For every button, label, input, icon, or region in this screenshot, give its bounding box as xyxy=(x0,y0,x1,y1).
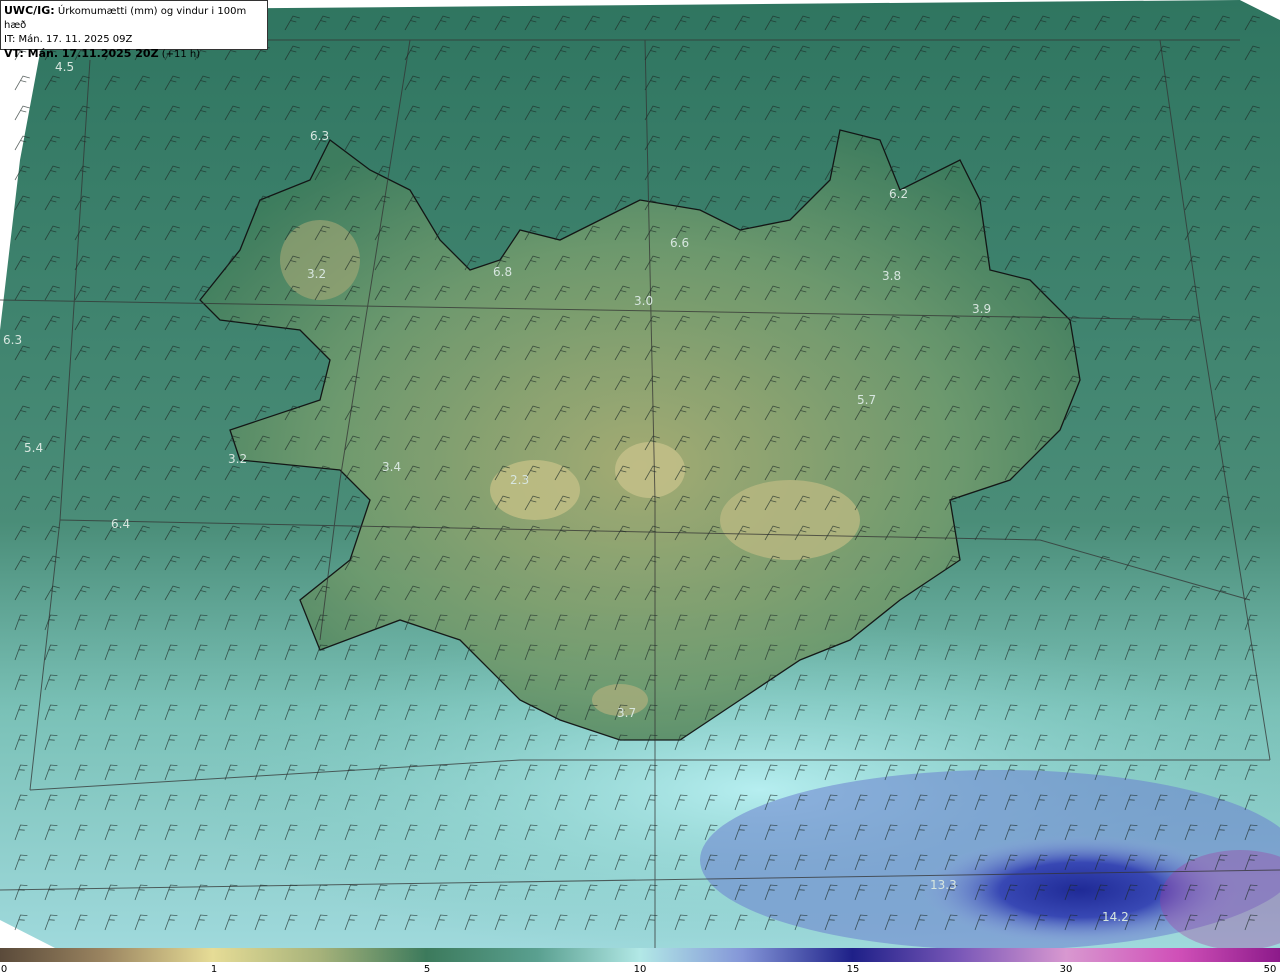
map-canvas: 4.5 6.3 6.2 6.6 3.2 6.8 3.0 3.8 3.9 6.3 … xyxy=(0,0,1280,948)
forecast-offset: (+11 h) xyxy=(161,49,201,60)
colorbar-tick: 1 xyxy=(210,964,218,975)
colorbar-tick: 15 xyxy=(846,964,860,975)
value-label: 6.2 xyxy=(889,187,908,201)
value-label: 3.2 xyxy=(307,267,326,281)
colorbar-tick: 0 xyxy=(0,964,8,975)
value-label: 3.7 xyxy=(617,706,636,720)
glacier-langjokull xyxy=(490,460,580,520)
value-label: 3.2 xyxy=(228,452,247,466)
value-label: 3.4 xyxy=(382,460,401,474)
value-label: 6.8 xyxy=(493,265,512,279)
value-label: 6.3 xyxy=(3,333,22,347)
colorbar-tick: 30 xyxy=(1059,964,1073,975)
map-legend-header: UWC/IG: Úrkomumætti (mm) og vindur i 100… xyxy=(0,0,268,60)
valid-time: VT: Mán. 17.11.2025 20Z xyxy=(4,47,159,60)
value-label: 5.4 xyxy=(24,441,43,455)
model-name: UWC/IG: xyxy=(4,4,55,17)
value-label: 6.4 xyxy=(111,517,130,531)
glacier-hofsjokull xyxy=(615,442,685,498)
value-label: 3.9 xyxy=(972,302,991,316)
colorbar-tick: 50 xyxy=(1263,964,1277,975)
glacier-vatnajokull xyxy=(720,480,860,560)
colorbar-tick: 5 xyxy=(423,964,431,975)
value-label: 2.3 xyxy=(510,473,529,487)
value-label: 5.7 xyxy=(857,393,876,407)
value-label: 14.2 xyxy=(1102,910,1129,924)
value-label: 3.8 xyxy=(882,269,901,283)
precipitation-map: 4.5 6.3 6.2 6.6 3.2 6.8 3.0 3.8 3.9 6.3 … xyxy=(0,0,1280,948)
value-label: 6.6 xyxy=(670,236,689,250)
value-label: 13.3 xyxy=(930,878,957,892)
value-label: 4.5 xyxy=(55,60,74,74)
value-label: 6.3 xyxy=(310,129,329,143)
colorbar-gradient xyxy=(0,948,1280,962)
colorbar-tick: 10 xyxy=(633,964,647,975)
value-label: 3.0 xyxy=(634,294,653,308)
init-time: IT: Mán. 17. 11. 2025 09Z xyxy=(4,34,133,45)
